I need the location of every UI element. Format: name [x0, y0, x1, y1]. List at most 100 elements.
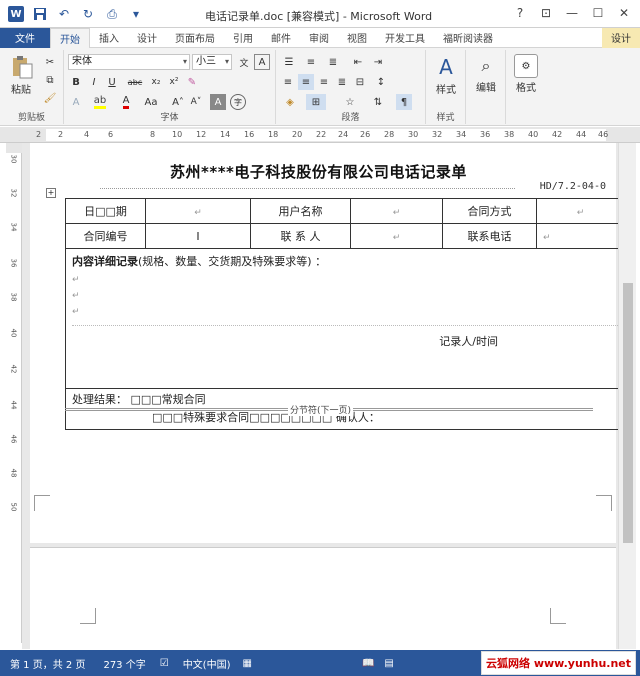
format-button[interactable]: 格式 — [508, 80, 544, 94]
tab-home[interactable]: 开始 — [50, 27, 90, 48]
editing-button[interactable]: 编辑 — [468, 80, 504, 94]
align-right-icon[interactable]: ≡ — [316, 74, 332, 90]
styles-button[interactable]: 样式 — [428, 82, 464, 96]
contract-no-value-cell[interactable]: I — [145, 223, 251, 249]
increase-indent-icon[interactable]: ⇥ — [370, 54, 386, 70]
bullets-icon[interactable]: ☰ — [280, 54, 298, 70]
tab-mailings[interactable]: 邮件 — [262, 28, 300, 48]
regular-contract-option[interactable]: □□□常规合同 — [131, 393, 206, 406]
cut-icon[interactable]: ✂ — [42, 54, 58, 70]
read-mode-icon[interactable]: 📖 — [362, 658, 374, 669]
tab-page-layout[interactable]: 页面布局 — [166, 28, 224, 48]
document-code[interactable]: HD/7.2-04-0 — [540, 181, 606, 192]
sort-icon[interactable]: ⇅ — [370, 94, 386, 110]
grow-font-icon[interactable]: A˄ — [170, 94, 186, 110]
proofing-icon[interactable]: ☑ — [160, 658, 169, 669]
paste-label[interactable]: 粘贴 — [6, 82, 36, 96]
chinese-layout-icon[interactable]: ☆ — [340, 94, 360, 110]
copy-icon[interactable]: ⧉ — [42, 72, 58, 88]
tab-references[interactable]: 引用 — [224, 28, 262, 48]
tab-design[interactable]: 设计 — [128, 28, 166, 48]
contact-label-cell[interactable]: 联 系 人 — [250, 223, 351, 249]
tab-review[interactable]: 审阅 — [300, 28, 338, 48]
character-border-icon[interactable]: A — [254, 54, 270, 70]
phone-value-cell[interactable]: ↵ — [536, 223, 625, 249]
table-move-handle-icon[interactable]: + — [46, 188, 56, 198]
underline-button[interactable]: U — [104, 74, 120, 90]
italic-button[interactable]: I — [86, 74, 102, 90]
scrollbar-thumb[interactable] — [623, 283, 633, 543]
binoculars-icon[interactable]: ⌕ — [472, 54, 500, 78]
phone-label-cell[interactable]: 联系电话 — [442, 223, 537, 249]
detail-cell[interactable]: 内容详细记录(规格、数量、交货期及特殊要求等) ： ↵ ↵ ↵ 记录人/时间 — [65, 248, 625, 389]
change-case-icon[interactable]: Aa — [140, 94, 162, 110]
shading-icon[interactable]: ◈ — [280, 94, 300, 110]
superscript-button[interactable]: x² — [166, 74, 182, 90]
contract-no-label-cell[interactable]: 合同编号 — [65, 223, 146, 249]
align-center-icon[interactable]: ≡ — [298, 74, 314, 90]
tab-table-design[interactable]: 设计 — [602, 27, 640, 48]
minimize-button[interactable]: — — [562, 4, 582, 22]
strikethrough-button[interactable]: abc — [124, 74, 146, 90]
paste-icon[interactable] — [8, 54, 36, 80]
text-effects-icon[interactable]: A — [68, 94, 84, 110]
ribbon-display-button[interactable]: ⊡ — [536, 4, 556, 22]
close-button[interactable]: ✕ — [614, 4, 634, 22]
bold-button[interactable]: B — [68, 74, 84, 90]
help-button[interactable]: ? — [510, 4, 530, 22]
date-value-cell[interactable]: ↵ — [145, 198, 251, 224]
page-count[interactable]: 第 1 页，共 2 页 — [10, 656, 85, 671]
decrease-indent-icon[interactable]: ⇤ — [350, 54, 366, 70]
contract-method-value-cell[interactable]: ↵ — [536, 198, 625, 224]
macro-record-icon[interactable]: ▦ — [243, 658, 252, 669]
numbering-icon[interactable]: ≡ — [302, 54, 320, 70]
contact-value-cell[interactable]: ↵ — [350, 223, 443, 249]
document-page-2[interactable] — [30, 547, 616, 649]
borders-icon[interactable]: ⊞ — [306, 94, 326, 110]
word-count[interactable]: 273 个字 — [103, 656, 145, 671]
font-size-select[interactable]: 小三 ▾ — [192, 54, 232, 70]
language-indicator[interactable]: 中文(中国) — [183, 656, 231, 671]
contract-method-label-cell[interactable]: 合同方式 — [442, 198, 537, 224]
print-preview-icon[interactable]: ⎙ — [104, 6, 120, 22]
tab-file[interactable]: 文件 — [0, 27, 50, 48]
show-marks-icon[interactable]: ¶ — [396, 94, 412, 110]
word-app-icon[interactable]: W — [8, 6, 24, 22]
shrink-font-icon[interactable]: A˅ — [188, 94, 204, 110]
vertical-ruler[interactable]: 30 32 34 36 38 40 42 44 46 48 50 — [6, 143, 22, 643]
document-title[interactable]: 苏州****电子科技股份有限公司电话记录单 — [170, 161, 467, 182]
multilevel-list-icon[interactable]: ≣ — [324, 54, 342, 70]
justify-icon[interactable]: ≣ — [334, 74, 350, 90]
phonetic-guide-icon[interactable]: 文 — [236, 54, 252, 70]
save-icon[interactable] — [32, 6, 48, 22]
print-layout-icon[interactable]: ▤ — [384, 658, 393, 669]
redo-icon[interactable]: ↻ — [80, 6, 96, 22]
line-spacing-icon[interactable]: ↕ — [372, 74, 390, 90]
dotted-separator — [72, 325, 618, 326]
undo-icon[interactable]: ↶ — [56, 6, 72, 22]
vertical-scrollbar[interactable] — [618, 143, 636, 649]
tab-developer[interactable]: 开发工具 — [376, 28, 434, 48]
enclose-characters-icon[interactable]: 字 — [230, 94, 246, 110]
user-value-cell[interactable]: ↵ — [350, 198, 443, 224]
clear-formatting-icon[interactable]: ✎ — [184, 74, 200, 90]
customize-qat-icon[interactable]: ▾ — [128, 6, 144, 22]
character-shading-icon[interactable]: A — [210, 94, 226, 110]
distributed-icon[interactable]: ⊟ — [352, 74, 368, 90]
document-page[interactable]: 苏州****电子科技股份有限公司电话记录单 HD/7.2-04-0 + 日□□期… — [30, 143, 625, 543]
horizontal-ruler[interactable]: 2 2 4 6 8 10 12 14 16 18 20 22 24 26 28 … — [0, 127, 640, 143]
format-icon[interactable]: ⚙ — [514, 54, 538, 78]
tab-foxit-reader[interactable]: 福昕阅读器 — [434, 28, 502, 48]
tab-view[interactable]: 视图 — [338, 28, 376, 48]
font-name-select[interactable]: 宋体 ▾ — [68, 54, 190, 70]
maximize-button[interactable]: ☐ — [588, 4, 608, 22]
user-label-cell[interactable]: 用户名称 — [250, 198, 351, 224]
font-color-icon[interactable]: A — [118, 94, 134, 110]
styles-icon[interactable]: A — [432, 54, 460, 80]
highlight-color-icon[interactable]: ab — [90, 94, 110, 110]
subscript-button[interactable]: x₂ — [148, 74, 164, 90]
tab-insert[interactable]: 插入 — [90, 28, 128, 48]
align-left-icon[interactable]: ≡ — [280, 74, 296, 90]
format-painter-icon[interactable]: 🖌 — [42, 90, 58, 106]
date-label-cell[interactable]: 日□□期 — [65, 198, 146, 224]
